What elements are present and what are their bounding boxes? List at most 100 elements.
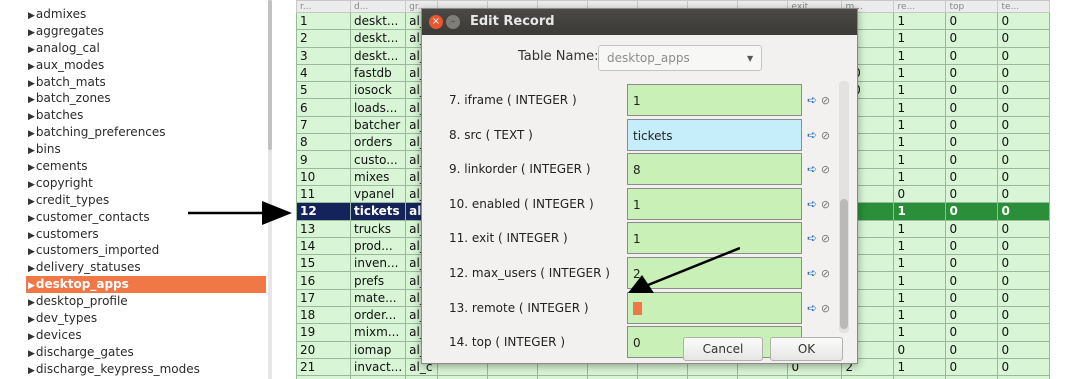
apply-arrow-icon[interactable]: ➪ bbox=[807, 128, 817, 142]
tree-item-batch-mats[interactable]: ▶batch_mats bbox=[26, 74, 266, 91]
grid-cell[interactable]: 16 bbox=[296, 271, 351, 290]
expand-triangle-icon[interactable]: ▶ bbox=[28, 28, 35, 38]
grid-cell[interactable]: 7 bbox=[296, 115, 351, 135]
grid-cell[interactable]: 1 bbox=[893, 254, 947, 273]
grid-cell[interactable]: deskt... bbox=[349, 11, 407, 31]
apply-arrow-icon[interactable]: ➪ bbox=[807, 162, 817, 176]
expand-triangle-icon[interactable]: ▶ bbox=[28, 366, 35, 376]
grid-cell[interactable]: 15 bbox=[296, 254, 351, 273]
grid-cell[interactable]: batcher bbox=[349, 115, 407, 135]
expand-triangle-icon[interactable]: ▶ bbox=[28, 349, 35, 359]
grid-cell[interactable]: 1 bbox=[296, 11, 351, 31]
grid-cell[interactable]: 0 bbox=[945, 98, 999, 117]
tree-item-discharge-gates[interactable]: ▶discharge_gates bbox=[26, 344, 266, 361]
grid-cell[interactable]: 9 bbox=[296, 150, 351, 169]
grid-cell[interactable]: 0 bbox=[945, 288, 999, 308]
grid-cell[interactable]: 0 bbox=[945, 184, 999, 204]
tree-scrollbar[interactable] bbox=[268, 0, 272, 379]
table-name-select[interactable]: desktop_apps ▼ bbox=[598, 45, 762, 71]
grid-cell[interactable]: 0 bbox=[945, 115, 999, 135]
grid-cell[interactable]: 0 bbox=[997, 340, 1051, 359]
clear-icon[interactable]: ⊘ bbox=[821, 267, 830, 280]
dialog-scrollbar-thumb[interactable] bbox=[840, 199, 848, 329]
grid-cell[interactable]: 0 bbox=[997, 11, 1051, 31]
expand-triangle-icon[interactable]: ▶ bbox=[28, 180, 35, 190]
grid-cell[interactable]: 0 bbox=[945, 81, 999, 100]
grid-cell[interactable]: deskt... bbox=[349, 29, 407, 48]
grid-cell[interactable]: inven... bbox=[349, 254, 407, 273]
grid-cell[interactable]: 0 bbox=[997, 306, 1051, 325]
grid-cell[interactable]: iosock bbox=[349, 81, 407, 100]
grid-cell[interactable]: 0 bbox=[945, 46, 999, 65]
minimize-icon[interactable]: – bbox=[446, 15, 460, 29]
grid-cell[interactable]: 0 bbox=[997, 219, 1051, 238]
dialog-scrollbar[interactable] bbox=[839, 81, 849, 333]
field-action[interactable]: ➪ ⊘ bbox=[807, 197, 830, 211]
apply-arrow-icon[interactable]: ➪ bbox=[807, 301, 817, 315]
expand-triangle-icon[interactable]: ▶ bbox=[28, 247, 35, 257]
expand-triangle-icon[interactable]: ▶ bbox=[28, 214, 35, 224]
grid-cell[interactable]: 0 bbox=[945, 167, 999, 186]
grid-cell[interactable]: 1 bbox=[893, 11, 947, 31]
grid-cell[interactable]: mate... bbox=[349, 288, 407, 308]
grid-cell[interactable]: 1 bbox=[893, 133, 947, 152]
ok-button[interactable]: OK bbox=[770, 337, 843, 361]
clear-icon[interactable]: ⊘ bbox=[821, 94, 830, 107]
grid-cell[interactable]: 1 bbox=[893, 63, 947, 83]
grid-cell[interactable]: 1 bbox=[893, 98, 947, 117]
grid-cell[interactable]: 1 bbox=[893, 167, 947, 186]
grid-cell[interactable]: 0 bbox=[893, 184, 947, 204]
grid-cell[interactable]: 1 bbox=[893, 115, 947, 135]
tree-item-cements[interactable]: ▶cements bbox=[26, 158, 266, 175]
grid-cell[interactable]: 0 bbox=[945, 340, 999, 359]
tree-item-batch-zones[interactable]: ▶batch_zones bbox=[26, 90, 266, 107]
expand-triangle-icon[interactable]: ▶ bbox=[28, 45, 35, 55]
grid-cell[interactable]: 0 bbox=[945, 150, 999, 169]
field-input[interactable]: 1 bbox=[627, 187, 802, 220]
grid-cell[interactable]: 0 bbox=[997, 115, 1051, 135]
grid-cell[interactable]: prefs bbox=[349, 271, 407, 290]
grid-cell[interactable]: 8 bbox=[296, 133, 351, 152]
grid-cell[interactable]: 0 bbox=[997, 288, 1051, 308]
grid-cell[interactable]: 0 bbox=[945, 11, 999, 31]
tree-item-customers-imported[interactable]: ▶customers_imported bbox=[26, 242, 266, 259]
expand-triangle-icon[interactable]: ▶ bbox=[28, 62, 35, 72]
grid-cell[interactable]: fastdb bbox=[349, 63, 407, 83]
grid-cell[interactable]: 11 bbox=[296, 184, 351, 204]
expand-triangle-icon[interactable]: ▶ bbox=[28, 146, 35, 156]
grid-cell[interactable]: 12 bbox=[296, 202, 351, 221]
apply-arrow-icon[interactable]: ➪ bbox=[807, 231, 817, 245]
grid-cell[interactable]: 1 bbox=[893, 288, 947, 308]
grid-cell[interactable]: 1 bbox=[893, 323, 947, 342]
grid-cell[interactable]: 4 bbox=[296, 63, 351, 83]
expand-triangle-icon[interactable]: ▶ bbox=[28, 264, 35, 274]
grid-cell[interactable]: 13 bbox=[296, 219, 351, 238]
tree-item-aggregates[interactable]: ▶aggregates bbox=[26, 23, 266, 40]
grid-cell[interactable]: 0 bbox=[945, 306, 999, 325]
expand-triangle-icon[interactable]: ▶ bbox=[28, 112, 35, 122]
grid-cell[interactable]: 0 bbox=[997, 357, 1051, 377]
grid-cell[interactable]: 0 bbox=[945, 63, 999, 83]
grid-cell[interactable]: trucks bbox=[349, 219, 407, 238]
grid-cell[interactable]: 21 bbox=[296, 357, 351, 377]
expand-triangle-icon[interactable]: ▶ bbox=[28, 11, 35, 21]
column-header[interactable]: re... bbox=[893, 0, 947, 13]
grid-cell[interactable]: 0 bbox=[945, 29, 999, 48]
clear-icon[interactable]: ⊘ bbox=[821, 129, 830, 142]
tree-item-aux-modes[interactable]: ▶aux_modes bbox=[26, 57, 266, 74]
column-header[interactable]: d... bbox=[349, 0, 407, 13]
grid-cell[interactable]: 1 bbox=[893, 202, 947, 221]
grid-cell[interactable]: 17 bbox=[296, 288, 351, 308]
grid-cell[interactable]: 0 bbox=[997, 63, 1051, 83]
grid-cell[interactable]: deskt... bbox=[349, 46, 407, 65]
expand-triangle-icon[interactable]: ▶ bbox=[28, 129, 35, 139]
clear-icon[interactable]: ⊘ bbox=[821, 302, 830, 315]
tree-item-copyright[interactable]: ▶copyright bbox=[26, 175, 266, 192]
grid-cell[interactable]: iomap bbox=[349, 340, 407, 359]
field-action[interactable]: ➪ ⊘ bbox=[807, 266, 830, 280]
grid-cell[interactable]: tickets bbox=[349, 202, 407, 221]
field-action[interactable]: ➪ ⊘ bbox=[807, 231, 830, 245]
grid-cell[interactable]: 1 bbox=[893, 357, 947, 377]
grid-cell[interactable]: 0 bbox=[997, 323, 1051, 342]
grid-cell[interactable]: 1 bbox=[893, 306, 947, 325]
